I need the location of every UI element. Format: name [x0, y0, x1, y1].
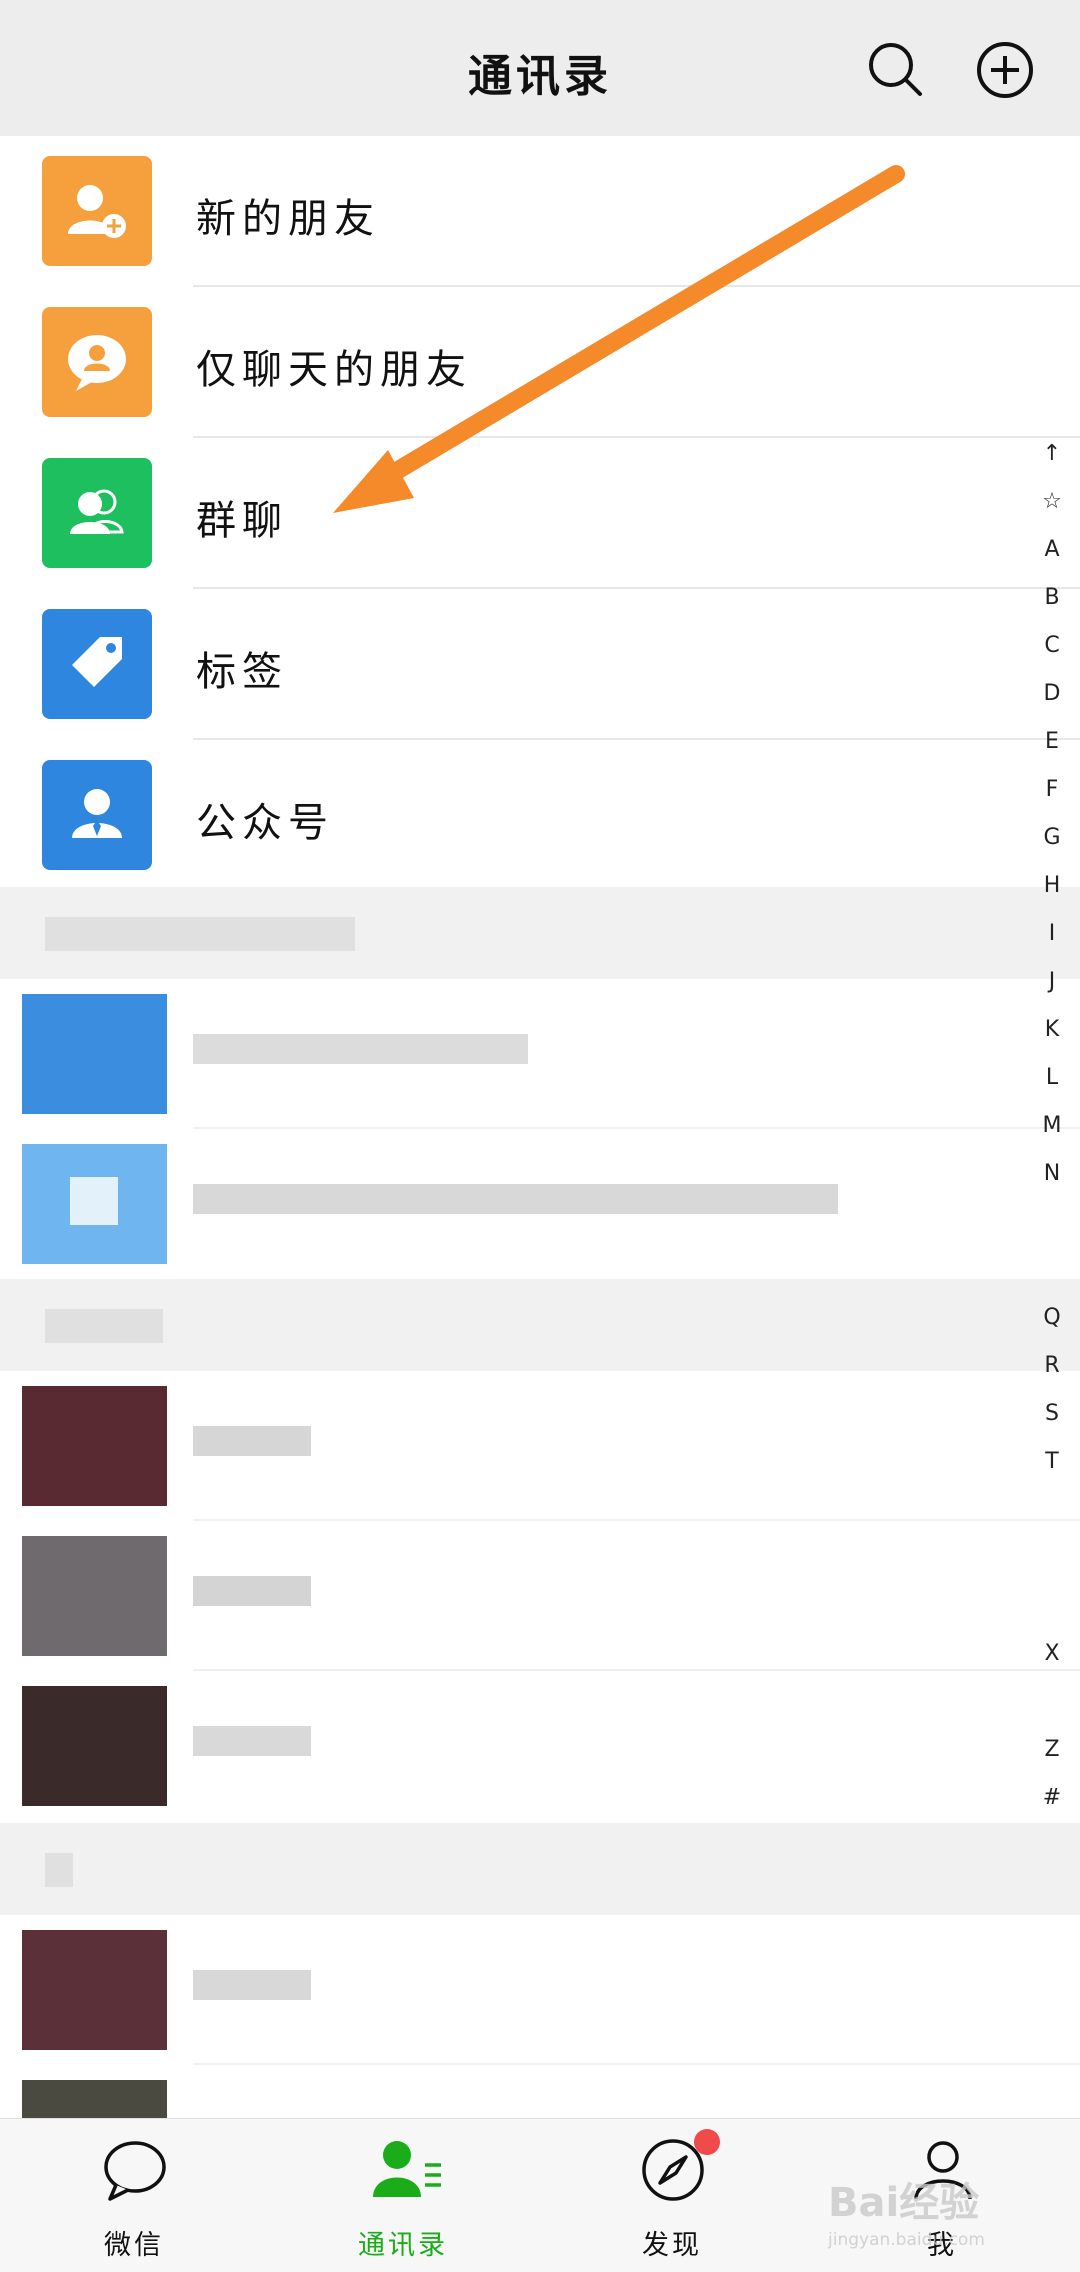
index-letter[interactable]: A [1044, 526, 1059, 574]
index-letter[interactable]: N [1044, 1150, 1060, 1198]
index-letter[interactable]: L [1046, 1054, 1058, 1102]
avatar [22, 1930, 167, 2050]
contact-row[interactable] [0, 1521, 1080, 1671]
index-letter[interactable]: R [1044, 1342, 1059, 1390]
section-header [0, 1823, 1080, 1915]
tab-label: 发现 [642, 2230, 702, 2261]
index-letter[interactable]: K [1045, 1006, 1059, 1054]
contact-row[interactable] [0, 1915, 1080, 2065]
watermark-url: jingyan.baidu.com [828, 2230, 985, 2250]
blurred-name [193, 1184, 838, 1214]
avatar [22, 1536, 167, 1656]
blurred-text [45, 917, 355, 951]
contact-row[interactable] [0, 1671, 1080, 1821]
contacts-icon [373, 2141, 441, 2197]
avatar [22, 1144, 167, 1264]
blurred-name [193, 1576, 311, 1606]
contact-row[interactable] [0, 979, 1080, 1129]
avatar [22, 1686, 167, 1806]
blurred-name [193, 1034, 528, 1064]
index-letter[interactable]: G [1043, 814, 1060, 862]
blurred-name [193, 1726, 311, 1756]
blurred-text [45, 1309, 163, 1343]
tab-contacts[interactable]: 通讯录 [303, 2119, 503, 2272]
index-letter[interactable]: X [1044, 1630, 1059, 1678]
index-letter[interactable]: # [1043, 1774, 1061, 1822]
tab-discover[interactable]: 发现 [572, 2119, 772, 2272]
index-letter[interactable]: Q [1043, 1294, 1060, 1342]
menu-item-official-accounts[interactable]: 公众号 [0, 740, 1080, 891]
blurred-name [193, 1970, 311, 2000]
alphabet-index-bar[interactable]: ↑ ☆ A B C D E F G H I J K L M N Q R S T X Z # [1035, 430, 1069, 1822]
blurred-name [193, 1426, 311, 1456]
tab-label: 通讯录 [358, 2230, 448, 2261]
menu-label: 公众号 [196, 800, 334, 846]
section-header [0, 1279, 1080, 1371]
avatar [22, 994, 167, 1114]
tab-label: 微信 [104, 2230, 164, 2261]
index-letter[interactable]: M [1043, 1102, 1062, 1150]
blurred-text [45, 1853, 73, 1887]
index-letter[interactable]: C [1044, 622, 1059, 670]
annotation-arrow [333, 165, 905, 513]
contact-row[interactable] [0, 2065, 1080, 2118]
index-letter[interactable]: F [1046, 766, 1059, 814]
avatar [22, 2080, 167, 2118]
section-header [0, 887, 1080, 979]
contact-row[interactable] [0, 1129, 1080, 1279]
notification-badge-dot [694, 2129, 720, 2155]
index-letter[interactable]: J [1049, 958, 1056, 1006]
chat-bubble-icon [104, 2141, 166, 2201]
index-letter[interactable]: ☆ [1042, 478, 1062, 526]
watermark: Bai经验 jingyan.baidu.com [828, 2170, 1068, 2250]
official-account-icon [42, 760, 152, 870]
index-letter[interactable]: D [1044, 670, 1061, 718]
index-letter[interactable]: T [1045, 1438, 1058, 1486]
contact-row[interactable] [0, 1371, 1080, 1521]
index-letter[interactable]: Z [1044, 1726, 1059, 1774]
index-letter[interactable]: H [1044, 862, 1061, 910]
index-letter[interactable]: E [1045, 718, 1059, 766]
watermark-main: Bai经验 [828, 2180, 980, 2226]
index-letter[interactable]: I [1049, 910, 1056, 958]
index-letter[interactable]: ↑ [1043, 430, 1061, 478]
index-letter[interactable]: B [1044, 574, 1059, 622]
tab-chats[interactable]: 微信 [34, 2119, 234, 2272]
index-letter[interactable]: S [1045, 1390, 1059, 1438]
avatar [22, 1386, 167, 1506]
